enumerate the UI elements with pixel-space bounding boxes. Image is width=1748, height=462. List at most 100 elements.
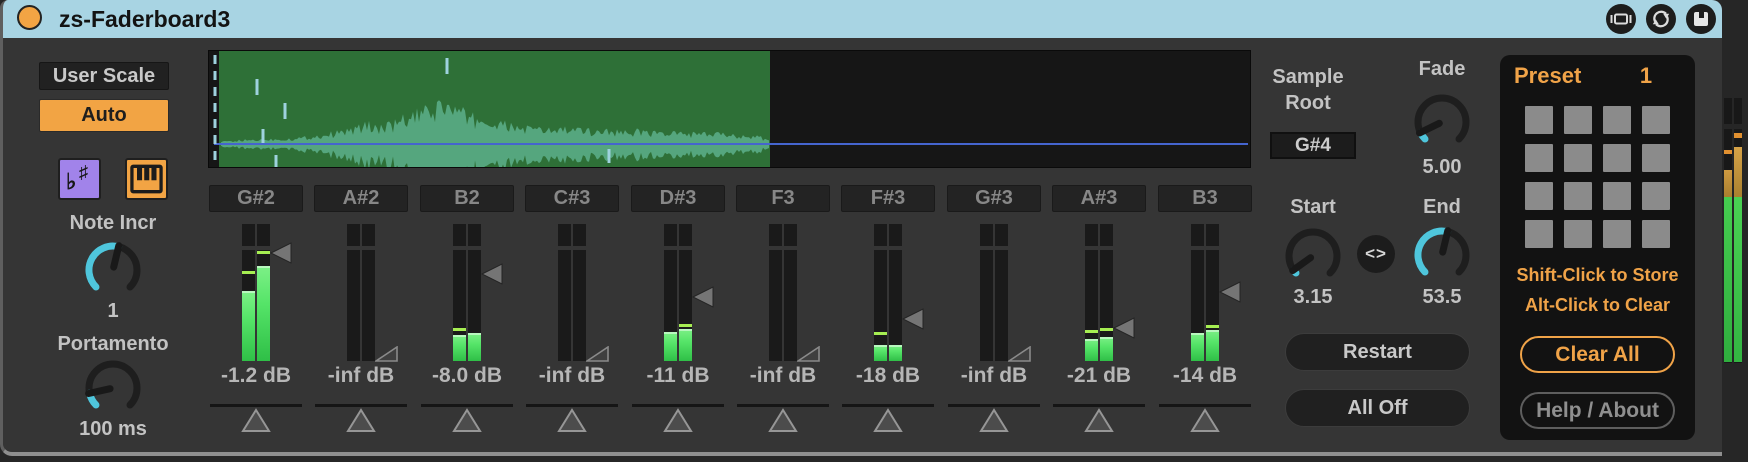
note-label[interactable]: B3 [1158, 185, 1252, 212]
fader-handle[interactable] [1113, 317, 1135, 339]
fader-db-value[interactable]: -1.2 dB [204, 364, 308, 388]
fade-knob[interactable] [1410, 90, 1474, 154]
meter-headroom-left [769, 224, 782, 246]
fader-db-value[interactable]: -inf dB [520, 364, 624, 388]
pan-slider-handle[interactable] [1190, 408, 1220, 433]
user-scale-button[interactable]: User Scale [39, 62, 169, 90]
preset-slot-4[interactable] [1642, 106, 1670, 134]
fader-handle-min[interactable] [375, 346, 398, 362]
fader-handle-min[interactable] [586, 346, 609, 362]
preset-slot-3[interactable] [1603, 106, 1631, 134]
pan-slider-handle[interactable] [1084, 408, 1114, 433]
preset-slot-5[interactable] [1525, 144, 1553, 172]
note-label[interactable]: G#2 [209, 185, 303, 212]
preset-slot-11[interactable] [1603, 182, 1631, 210]
restart-button[interactable]: Restart [1285, 333, 1470, 371]
preset-slot-13[interactable] [1525, 220, 1553, 248]
fader-meter[interactable] [1047, 224, 1151, 366]
device-activator-toggle[interactable] [17, 5, 42, 30]
sample-root-value[interactable]: G#4 [1270, 132, 1356, 159]
meter-track-left [1085, 250, 1098, 361]
fader-meter[interactable] [942, 224, 1046, 366]
note-label[interactable]: F#3 [841, 185, 935, 212]
start-knob[interactable] [1281, 224, 1345, 288]
sharp-icon: ♯ [79, 162, 88, 183]
preset-slot-9[interactable] [1525, 182, 1553, 210]
pan-slider-handle[interactable] [452, 408, 482, 433]
fader-meter[interactable] [1153, 224, 1257, 366]
pan-slider-handle[interactable] [768, 408, 798, 433]
preset-slot-15[interactable] [1603, 220, 1631, 248]
start-label: Start [1278, 196, 1348, 219]
keyboard-toggle-button[interactable] [125, 158, 168, 200]
note-label[interactable]: A#3 [1052, 185, 1146, 212]
fader-meter[interactable] [415, 224, 519, 366]
note-incr-label: Note Incr [43, 212, 183, 235]
pan-slider-track [1159, 404, 1251, 407]
fader-db-value[interactable]: -inf dB [731, 364, 835, 388]
preset-slot-12[interactable] [1642, 182, 1670, 210]
sync-icon[interactable] [1646, 4, 1676, 34]
fader-db-value[interactable]: -14 dB [1153, 364, 1257, 388]
portamento-knob[interactable] [81, 356, 145, 420]
fader-db-value[interactable]: -21 dB [1047, 364, 1151, 388]
fader-handle[interactable] [692, 286, 714, 308]
meter-headroom-left [558, 224, 571, 246]
clear-all-button[interactable]: Clear All [1520, 336, 1675, 373]
sample-waveform-display[interactable] [208, 50, 1251, 168]
save-icon[interactable] [1686, 4, 1716, 34]
fader-meter[interactable] [204, 224, 308, 366]
fader-meter[interactable] [731, 224, 835, 366]
fader-meter[interactable] [520, 224, 624, 366]
preset-clear-hint: Alt-Click to Clear [1500, 295, 1695, 316]
pan-slider-handle[interactable] [979, 408, 1009, 433]
preset-slot-6[interactable] [1564, 144, 1592, 172]
help-about-button[interactable]: Help / About [1520, 392, 1675, 429]
pan-slider-handle[interactable] [346, 408, 376, 433]
fader-meter[interactable] [836, 224, 940, 366]
fader-handle-min[interactable] [797, 346, 820, 362]
pan-slider-handle[interactable] [663, 408, 693, 433]
preset-slot-10[interactable] [1564, 182, 1592, 210]
meter-track-right [257, 250, 270, 361]
meter-headroom-right [573, 224, 586, 246]
fader-handle[interactable] [481, 263, 503, 285]
note-incr-knob[interactable] [81, 238, 145, 302]
fader-handle[interactable] [902, 308, 924, 330]
fader-db-value[interactable]: -inf dB [309, 364, 413, 388]
fader-meter[interactable] [309, 224, 413, 366]
fader-handle[interactable] [1219, 281, 1241, 303]
fader-handle[interactable] [270, 242, 292, 264]
note-label[interactable]: G#3 [947, 185, 1041, 212]
pan-slider-handle[interactable] [557, 408, 587, 433]
fader-db-value[interactable]: -11 dB [626, 364, 730, 388]
preset-slot-7[interactable] [1603, 144, 1631, 172]
fader-db-value[interactable]: -18 dB [836, 364, 940, 388]
preset-slot-2[interactable] [1564, 106, 1592, 134]
fader-handle-min[interactable] [1008, 346, 1031, 362]
note-label[interactable]: B2 [420, 185, 514, 212]
fader-meter[interactable] [626, 224, 730, 366]
preset-slot-8[interactable] [1642, 144, 1670, 172]
end-knob[interactable] [1410, 223, 1474, 287]
note-label[interactable]: F3 [736, 185, 830, 212]
fader-db-value[interactable]: -inf dB [942, 364, 1046, 388]
accidentals-toggle-button[interactable]: ♭ ♯ [58, 158, 101, 200]
preset-slot-1[interactable] [1525, 106, 1553, 134]
window-icon[interactable] [1606, 4, 1636, 34]
preset-slot-16[interactable] [1642, 220, 1670, 248]
note-label[interactable]: A#2 [314, 185, 408, 212]
swap-start-end-button[interactable]: <> [1357, 235, 1395, 273]
pan-slider-handle[interactable] [873, 408, 903, 433]
meter-headroom-left [1085, 224, 1098, 246]
meter-headroom-right [679, 224, 692, 246]
auto-button[interactable]: Auto [39, 99, 169, 132]
meter-headroom-left [664, 224, 677, 246]
preset-panel: Preset 1 Shift-Click to Store Alt-Click … [1500, 55, 1695, 440]
note-label[interactable]: C#3 [525, 185, 619, 212]
fader-db-value[interactable]: -8.0 dB [415, 364, 519, 388]
preset-slot-14[interactable] [1564, 220, 1592, 248]
all-off-button[interactable]: All Off [1285, 389, 1470, 427]
pan-slider-handle[interactable] [241, 408, 271, 433]
note-label[interactable]: D#3 [631, 185, 725, 212]
